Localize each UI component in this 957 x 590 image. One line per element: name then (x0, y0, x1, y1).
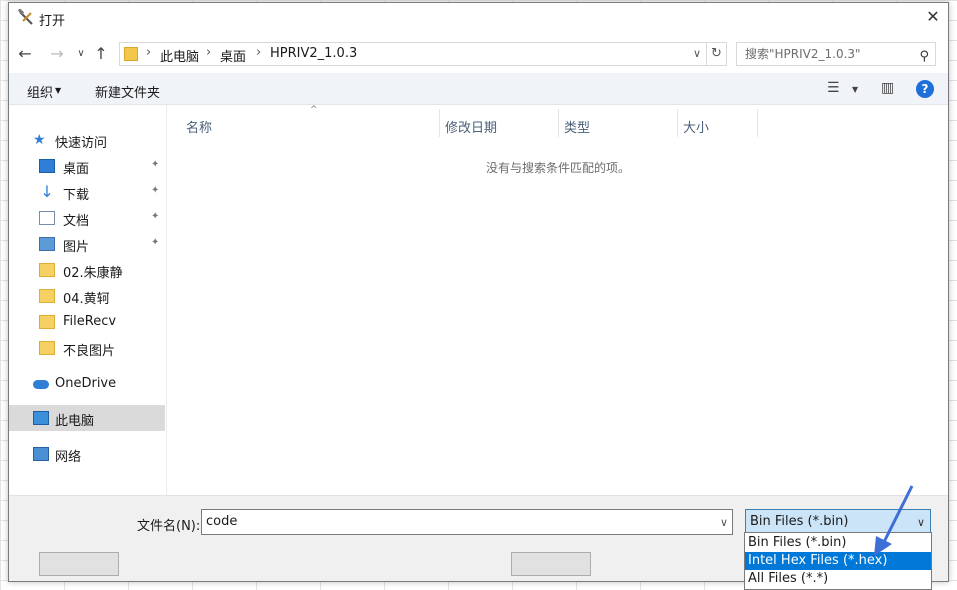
breadcrumb-desktop[interactable]: 桌面 (220, 46, 246, 65)
sidebar-item-this-pc[interactable]: 此电脑 (9, 405, 165, 431)
sidebar-item-label: FileRecv (63, 314, 117, 329)
sort-ascending-icon: ^ (310, 105, 318, 115)
navigation-pane: ★ 快速访问 桌面 ✦ ↓ 下载 ✦ 文档 ✦ 图片 ✦ 02.朱康静 04.黄… (9, 105, 167, 495)
breadcrumb-current-folder[interactable]: HPRIV2_1.0.3 (270, 46, 357, 61)
preview-pane-icon[interactable]: ▥ (881, 80, 894, 96)
open-file-dialog: 打开 ✕ ← → ∨ ↑ › 此电脑 › 桌面 › HPRIV2_1.0.3 ∨… (8, 2, 949, 582)
chevron-down-icon[interactable]: ▼ (55, 86, 61, 95)
empty-results-message: 没有与搜索条件匹配的项。 (485, 161, 630, 175)
chevron-down-icon[interactable]: ∨ (688, 44, 706, 64)
filename-label: 文件名(N): (137, 519, 201, 534)
sidebar-item-downloads[interactable]: ↓ 下载 ✦ (9, 179, 165, 205)
sidebar-item-label: OneDrive (55, 376, 117, 391)
search-icon[interactable]: ⚲ (919, 46, 929, 68)
column-divider[interactable] (677, 109, 678, 137)
column-divider[interactable] (757, 109, 758, 137)
filetype-option-all[interactable]: All Files (*.*) (745, 570, 931, 588)
window-title: 打开 (39, 14, 66, 29)
sidebar-item-documents[interactable]: 文档 ✦ (9, 205, 165, 231)
sidebar-item-filerecv[interactable]: FileRecv (9, 309, 165, 335)
folder-icon (39, 289, 55, 303)
refresh-icon[interactable]: ↻ (706, 43, 726, 65)
star-icon: ★ (33, 132, 46, 148)
sidebar-item-folder-04[interactable]: 04.黄轲 (9, 283, 165, 309)
forward-button[interactable]: → (45, 42, 69, 66)
sidebar-item-bad-pictures[interactable]: 不良图片 (9, 335, 165, 361)
filename-value[interactable]: code (206, 514, 237, 529)
sidebar-item-label: 此电脑 (55, 414, 95, 429)
breadcrumb-separator[interactable]: › (146, 45, 151, 60)
column-header-type[interactable]: 类型 (564, 117, 590, 136)
sidebar-item-label: 02.朱康静 (63, 266, 123, 281)
hidden-button-left[interactable] (39, 552, 119, 576)
back-button[interactable]: ← (13, 42, 37, 66)
annotation-arrow-icon (874, 485, 914, 556)
organize-button[interactable]: 组织 (27, 82, 53, 101)
computer-icon (33, 411, 49, 425)
pin-icon: ✦ (151, 159, 160, 170)
network-icon (33, 447, 49, 461)
tools-icon (17, 9, 33, 25)
chevron-down-icon[interactable]: ∨ (720, 511, 728, 535)
sidebar-item-label: 04.黄轲 (63, 292, 110, 307)
command-toolbar: 组织 ▼ 新建文件夹 ☰ ▼ ▥ ? (9, 73, 948, 105)
sidebar-item-network[interactable]: 网络 (9, 441, 165, 467)
column-divider[interactable] (558, 109, 559, 137)
column-header-size[interactable]: 大小 (683, 117, 709, 136)
navigation-bar: ← → ∨ ↑ › 此电脑 › 桌面 › HPRIV2_1.0.3 ∨ ↻ 搜索… (9, 37, 948, 71)
search-placeholder: 搜索"HPRIV2_1.0.3" (745, 47, 861, 61)
up-button[interactable]: ↑ (89, 42, 113, 66)
column-header-name[interactable]: 名称 (186, 117, 212, 136)
sidebar-item-label: 下载 (63, 188, 90, 203)
pin-icon: ✦ (151, 185, 160, 196)
sidebar-item-onedrive[interactable]: OneDrive (9, 371, 165, 397)
pin-icon: ✦ (151, 211, 160, 222)
sidebar-item-label: 桌面 (63, 162, 90, 177)
close-button[interactable]: ✕ (918, 3, 948, 33)
chevron-down-icon[interactable]: ▼ (852, 85, 858, 94)
sidebar-item-label: 不良图片 (63, 344, 116, 359)
sidebar-item-folder-02[interactable]: 02.朱康静 (9, 257, 165, 283)
pin-icon: ✦ (151, 237, 160, 248)
title-bar: 打开 ✕ (9, 3, 948, 33)
filetype-selected-value[interactable]: Bin Files (*.bin) (750, 514, 848, 529)
new-folder-button[interactable]: 新建文件夹 (95, 82, 160, 101)
sidebar-item-label: 快速访问 (55, 136, 108, 151)
file-list: ^ 名称 修改日期 类型 大小 没有与搜索条件匹配的项。 (168, 105, 948, 495)
breadcrumb-separator[interactable]: › (256, 45, 261, 60)
cloud-icon (33, 380, 49, 389)
column-header-date-modified[interactable]: 修改日期 (445, 117, 497, 136)
filename-input[interactable]: code ∨ (201, 509, 733, 535)
breadcrumb-this-pc[interactable]: 此电脑 (160, 46, 199, 65)
breadcrumb-separator[interactable]: › (206, 45, 211, 60)
folder-icon (39, 263, 55, 277)
sidebar-item-label: 文档 (63, 214, 90, 229)
sidebar-item-label: 图片 (63, 240, 90, 255)
desktop-icon (39, 159, 55, 173)
column-divider[interactable] (439, 109, 440, 137)
folder-icon (124, 47, 138, 61)
search-input[interactable]: 搜索"HPRIV2_1.0.3" ⚲ (736, 42, 936, 66)
address-bar[interactable]: › 此电脑 › 桌面 › HPRIV2_1.0.3 ∨ ↻ (119, 42, 727, 66)
hidden-button-right[interactable] (511, 552, 591, 576)
sidebar-item-quick-access[interactable]: ★ 快速访问 (9, 127, 165, 153)
picture-icon (39, 237, 55, 251)
document-icon (39, 211, 55, 225)
sidebar-item-label: 网络 (55, 450, 82, 465)
sidebar-item-desktop[interactable]: 桌面 ✦ (9, 153, 165, 179)
folder-icon (39, 341, 55, 355)
download-icon: ↓ (40, 182, 54, 201)
sidebar-item-pictures[interactable]: 图片 ✦ (9, 231, 165, 257)
help-icon[interactable]: ? (916, 80, 934, 98)
folder-icon (39, 315, 55, 329)
view-options-icon[interactable]: ☰ (827, 80, 840, 96)
